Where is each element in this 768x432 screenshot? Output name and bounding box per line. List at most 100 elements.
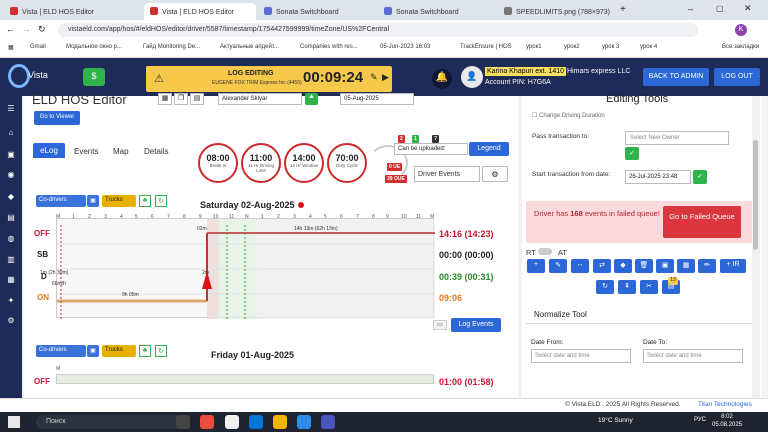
explorer-icon[interactable] [273,415,287,429]
chrome-icon[interactable] [200,415,214,429]
comment-icon[interactable]: ▭ [433,320,447,330]
tab-details[interactable]: Details [144,144,168,158]
resize-icon[interactable]: ↔ [571,259,589,273]
bookmark-item[interactable]: Гайд Monitoring De... [143,44,200,50]
date-from-input[interactable]: Select date and time [531,349,631,363]
bell-icon[interactable]: 🔔 [432,69,452,89]
document-icon[interactable]: ▤ [190,93,204,105]
pencil-icon[interactable]: ✏ [698,259,716,273]
teams-icon[interactable] [321,415,335,429]
weather[interactable]: 19°C Sunny [598,417,633,424]
app-icon[interactable] [225,415,239,429]
driver-go-button[interactable]: ▲ [305,93,318,105]
refresh-icon[interactable]: ↻ [155,345,167,357]
url-field[interactable]: vistaeld.com/app/hos/#/eldHOS/editor/dri… [58,23,698,37]
confirm-start-button[interactable]: ✓ [693,170,707,184]
box-icon[interactable]: ▥ [6,255,16,265]
money-icon[interactable]: $ [83,68,105,86]
codrivers-button[interactable]: Co-drivers [36,345,86,357]
tab-elog[interactable]: eLog [33,143,65,158]
rt-at-toggle[interactable] [538,248,552,255]
trucks-button[interactable]: Trucks [102,195,136,207]
menu-icon[interactable]: ☰ [6,104,16,114]
clock[interactable]: 8:02 05.08.2025 [712,413,742,429]
wrench-icon[interactable]: ✦ [6,296,16,306]
back-icon[interactable]: ← [6,24,15,34]
bell-nav-icon[interactable]: ◆ [6,192,16,202]
driver-select[interactable]: Alexander Sklyar [218,93,302,105]
bookmark-apps-icon[interactable]: ▦ [8,44,14,51]
add-event-icon[interactable]: + [527,259,545,273]
forward-icon[interactable]: → [22,24,31,34]
help-badge[interactable]: ? [432,135,440,143]
edit-pen-icon[interactable]: ✎ [549,259,567,273]
hos-graph[interactable] [56,218,435,319]
grid-icon[interactable]: ▦ [677,259,695,273]
widget-icon[interactable] [176,415,190,429]
browser-tab-active[interactable]: Vista | ELD HOS Editor [144,3,256,20]
bookmark-item[interactable]: Gmail [30,44,46,50]
driver-events-select[interactable]: Driver Events [414,166,480,182]
refresh-icon[interactable]: ↻ [155,195,167,207]
confirm-owner-button[interactable]: ✓ [625,147,639,160]
bookmark-item[interactable]: урок 3 [602,44,619,50]
browser-tab[interactable]: Vista | ELD HOS Editor [4,3,144,20]
truck-tool-icon[interactable]: ▣ [656,259,674,273]
truck-icon[interactable]: ▣ [87,195,99,207]
bookmark-item[interactable]: урок1 [526,44,542,50]
new-owner-select[interactable]: Select New Owner [625,131,729,145]
edit-icon[interactable]: ✎ [370,72,378,83]
home-icon[interactable]: ⌂ [6,128,16,138]
browser-tab[interactable]: SPEEDLIMITS.png (788×973) [498,3,616,20]
trucks-button[interactable]: Trucks [102,345,136,357]
swap-icon[interactable]: ⇄ [593,259,611,273]
reload-icon[interactable]: ↻ [38,24,46,35]
trash-icon[interactable]: 🗑 [635,259,653,273]
globe-icon[interactable]: ◍ [6,234,16,244]
truck-icon[interactable]: ▣ [6,150,16,160]
gear-icon[interactable]: ⚙ [6,316,16,326]
legend-button[interactable]: Legend [469,142,509,156]
logout-button[interactable]: LOG OUT [714,68,760,86]
bookmark-item[interactable]: урок2 [564,44,580,50]
go-to-viewer-button[interactable]: Go to Viewer [34,111,80,125]
browser-tab[interactable]: Sonata Switchboard [258,3,376,20]
bookmark-item[interactable]: Все закладки [722,44,759,50]
maximize-icon[interactable]: ▢ [716,4,724,13]
refresh-tool-icon[interactable]: ↻ [596,280,614,294]
settings-gear-icon[interactable]: ⚙ [482,166,508,182]
new-tab-icon[interactable]: + [620,4,626,15]
hos-graph-day2[interactable] [56,374,434,384]
codrivers-button[interactable]: Co-drivers [36,195,86,207]
shift-icon[interactable]: ⇞ [618,280,636,294]
windows-start-icon[interactable] [8,416,20,428]
scrollbar-thumb[interactable] [753,140,758,250]
date-to-input[interactable]: Select date and time [643,349,743,363]
date-select[interactable]: 05-Aug-2025 [340,93,414,105]
bookmark-item[interactable]: Актуальные апдейт... [220,44,279,50]
add-ir-button[interactable]: + IR [720,259,746,273]
user-avatar[interactable]: 👤 [461,66,483,88]
report-icon[interactable]: ▦ [6,275,16,285]
road-icon[interactable]: ♣ [139,195,151,207]
minimize-icon[interactable]: – [688,4,693,14]
tab-events[interactable]: Events [74,144,98,158]
profile-avatar[interactable]: K [735,24,747,36]
log-events-button[interactable]: Log Events [451,318,501,332]
go-to-failed-queue-button[interactable]: Go to Failed Queue [663,206,741,238]
road-icon[interactable]: ♣ [139,345,151,357]
bookmark-item[interactable]: 05-Jun-2023 16:03 [380,44,430,50]
bookmark-item[interactable]: TrackEnsure | HOS [460,44,512,50]
calendar-icon[interactable]: ▦ [158,93,172,105]
edge-icon[interactable] [249,415,263,429]
tab-map[interactable]: Map [113,144,129,158]
bookmark-item[interactable]: Companies with res... [300,44,358,50]
users-icon[interactable]: ◉ [6,170,16,180]
change-driving-checkbox[interactable]: ☐ Change Driving Duration [532,112,605,119]
scissors-icon[interactable]: ✂ [640,280,658,294]
document-icon[interactable]: ▤ [6,213,16,223]
back-to-admin-button[interactable]: BACK TO ADMIN [643,68,709,86]
copy-icon[interactable]: ❐ [174,93,188,105]
browser-tab[interactable]: Sonata Switchboard [378,3,496,20]
telegram-icon[interactable] [297,415,311,429]
